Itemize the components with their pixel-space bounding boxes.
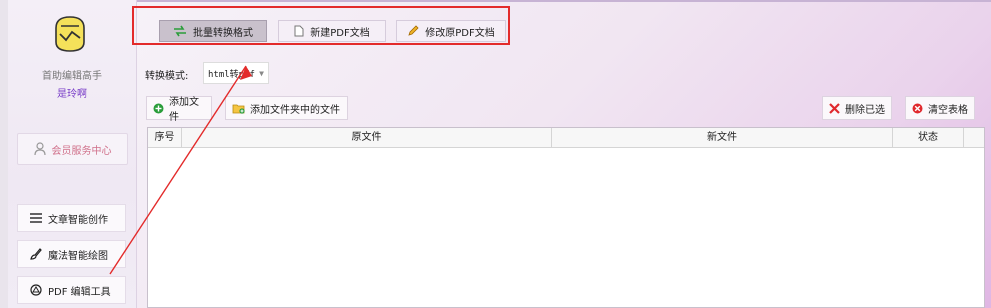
folder-add-icon <box>232 103 245 114</box>
sidebar: 首助编辑高手 是玲啊 会员服务中心 文章智能创作 魔法智能绘图 PDF 编辑工具 <box>8 0 137 308</box>
sidebar-item-label: PDF 编辑工具 <box>48 286 111 298</box>
sidebar-item-label: 文章智能创作 <box>48 214 108 226</box>
convert-mode-label: 转换模式: <box>145 71 189 82</box>
chevron-down-icon: ▼ <box>259 69 264 78</box>
convert-mode-value: html转pdf <box>208 69 255 80</box>
user-icon <box>33 142 46 156</box>
app-logo-icon <box>52 14 88 54</box>
column-header-new-file[interactable]: 新文件 <box>552 128 893 147</box>
clear-table-button[interactable]: 清空表格 <box>905 96 975 120</box>
convert-mode-select[interactable]: html转pdf ▼ <box>203 62 269 84</box>
delete-selected-label: 删除已选 <box>845 104 885 116</box>
menu-lines-icon <box>30 213 42 223</box>
sidebar-item-magic-drawing[interactable]: 魔法智能绘图 <box>17 240 126 268</box>
main-panel: 批量转换格式 新建PDF文档 修改原PDF文档 转换模式: html转pdf ▼… <box>132 0 991 308</box>
file-table: 序号 原文件 新文件 状态 <box>147 127 985 308</box>
column-header-index[interactable]: 序号 <box>148 128 182 147</box>
clear-circle-icon <box>912 103 923 114</box>
table-header: 序号 原文件 新文件 状态 <box>148 128 984 148</box>
vip-service-label: 会员服务中心 <box>51 145 112 157</box>
red-x-icon <box>829 102 840 114</box>
add-folder-files-button[interactable]: 添加文件夹中的文件 <box>225 96 348 120</box>
user-name: 首助编辑高手 <box>42 71 102 82</box>
add-file-button[interactable]: 添加文件 <box>146 96 212 123</box>
plus-circle-icon <box>153 103 164 114</box>
brush-icon <box>30 248 42 260</box>
sidebar-item-pdf-tools[interactable]: PDF 编辑工具 <box>17 276 126 304</box>
highlight-annotation-box <box>132 6 510 45</box>
delete-selected-button[interactable]: 删除已选 <box>822 96 892 120</box>
column-header-filler <box>964 128 984 147</box>
sidebar-item-label: 魔法智能绘图 <box>48 250 108 262</box>
clear-table-label: 清空表格 <box>928 104 968 116</box>
user-subtitle[interactable]: 是玲啊 <box>8 85 136 100</box>
add-folder-files-label: 添加文件夹中的文件 <box>250 104 340 116</box>
column-header-source-file[interactable]: 原文件 <box>182 128 552 147</box>
top-divider <box>137 0 991 2</box>
sidebar-item-article-creation[interactable]: 文章智能创作 <box>17 204 126 232</box>
add-file-label: 添加文件 <box>169 97 199 123</box>
vip-service-button[interactable]: 会员服务中心 <box>17 133 128 165</box>
pdf-tool-icon <box>30 284 42 296</box>
column-header-status[interactable]: 状态 <box>893 128 964 147</box>
